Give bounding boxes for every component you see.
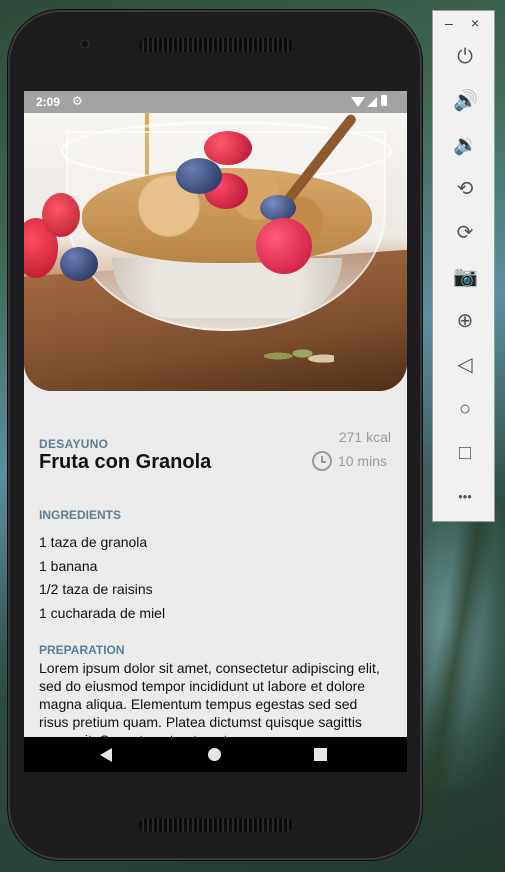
recipe-photo [24,113,407,391]
overview-icon[interactable]: □ [453,441,477,465]
rotate-right-icon[interactable]: ⟳ [453,221,477,245]
phone-frame: 2:09 ⚙ DESAYUNO Fruta con Granola 271 kc… [8,10,422,860]
minimize-button[interactable]: – [445,15,453,31]
recipe-category: DESAYUNO [39,437,109,451]
more-icon[interactable]: ••• [453,485,477,509]
duration-text: 10 mins [337,453,387,469]
ingredient-item: 1 banana [39,557,98,574]
gear-icon: ⚙ [72,94,83,108]
ingredient-item: 1/2 taza de raisins [39,581,153,597]
status-bar: 2:09 ⚙ [24,91,407,113]
recipe-title: Fruta con Granola [39,451,212,473]
camera-icon[interactable]: 📷 [453,265,478,289]
recipe-calories: 271 kcal [338,429,391,445]
preparation-text: Lorem ipsum dolor sit amet, consectetur … [39,660,380,748]
bottom-speaker [139,818,293,832]
rotate-left-icon[interactable]: ⟲ [453,177,477,201]
pumpkin-seeds [264,343,334,369]
status-time: 2:09 [36,95,61,109]
emulator-control-panel: – × ⏻ 🔊 🔉 ⟲ ⟳ 📷 ⊕ ◁ ○ □ ••• [432,10,495,522]
android-nav-bar [24,737,407,772]
battery-icon [381,95,387,106]
blueberry [60,247,98,281]
ingredient-item: 1 cucharada de miel [39,604,166,621]
close-button[interactable]: × [471,15,479,31]
app-screen: 2:09 ⚙ DESAYUNO Fruta con Granola 271 kc… [24,91,407,772]
ingredient-item: 1 taza de granola [39,534,148,550]
wifi-icon [351,97,365,107]
top-speaker [139,38,293,52]
blueberry [176,158,222,194]
blueberry [260,195,296,221]
clock-icon [311,451,332,471]
ingredients-heading: INGREDIENTS [39,508,122,522]
signal-icon [367,97,377,107]
preparation-heading: PREPARATION [39,643,125,657]
raspberry [42,193,80,237]
chia-layer [112,258,342,318]
volume-up-icon[interactable]: 🔊 [453,89,478,113]
power-icon[interactable]: ⏻ [453,45,477,69]
volume-down-icon[interactable]: 🔉 [453,133,478,157]
recipe-duration: 10 mins [311,451,387,471]
background-tree [420,520,500,820]
front-camera [80,39,90,49]
nav-home-button[interactable] [208,748,221,761]
ingredients-list: 1 taza de granola 1 banana 1/2 taza de r… [39,531,389,625]
nav-recents-button[interactable] [314,748,327,761]
nav-back-button[interactable] [100,748,112,762]
back-icon[interactable]: ◁ [453,353,477,377]
raspberry [256,218,312,274]
home-icon[interactable]: ○ [453,397,477,421]
status-icons [337,95,397,109]
zoom-in-icon[interactable]: ⊕ [453,309,477,333]
